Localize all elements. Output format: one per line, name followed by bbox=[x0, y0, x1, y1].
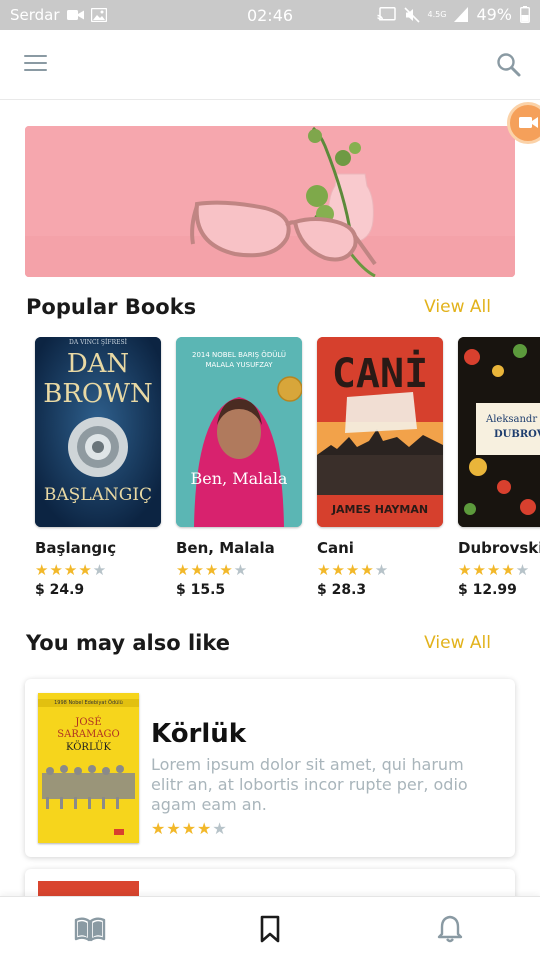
rating-stars: ★★★★★ bbox=[176, 561, 249, 579]
video-camera-icon[interactable] bbox=[507, 102, 540, 144]
cover-award-text: 2014 NOBEL BARIŞ ÖDÜLÜ bbox=[191, 351, 287, 359]
book-price: $ 28.3 bbox=[317, 582, 367, 598]
book-title: Başlangıç bbox=[35, 539, 117, 557]
recommended-book-title: Körlük bbox=[151, 719, 247, 749]
cover-title: DUBROVS bbox=[494, 429, 540, 440]
book-title: Dubrovski bbox=[458, 539, 540, 557]
network-type-label: 4.5G bbox=[427, 10, 447, 19]
book-price: $ 12.99 bbox=[458, 582, 517, 598]
status-bar: Serdar 02:46 4.5G 49% bbox=[0, 0, 540, 30]
cover-author-first: DAN bbox=[66, 349, 130, 379]
cast-icon bbox=[376, 7, 396, 22]
popular-books-title: Popular Books bbox=[26, 295, 197, 319]
book-card[interactable]: 2014 NOBEL BARIŞ ÖDÜLÜ MALALA YUSUFZAY B… bbox=[176, 337, 304, 598]
cover-author: Aleksandr Pu bbox=[486, 414, 540, 425]
app-bar bbox=[0, 30, 540, 100]
promo-banner[interactable] bbox=[25, 126, 515, 277]
rating-stars: ★★★★★ bbox=[151, 819, 228, 838]
book-card[interactable]: CANİ JAMES HAYMAN Cani ★★★★★ $ 28.3 bbox=[317, 337, 445, 598]
recommended-book-description: Lorem ipsum dolor sit amet, qui harum el… bbox=[151, 755, 468, 814]
cover-author-first: JOSÉ bbox=[75, 717, 102, 728]
signal-icon bbox=[454, 7, 469, 22]
cover-title: Ben, Malala bbox=[190, 469, 288, 488]
cover-author-last: BROWN bbox=[43, 379, 153, 409]
book-card[interactable]: Aleksandr Pu DUBROVS Dubrovski ★★★★★ $ 1… bbox=[458, 337, 540, 598]
glasses-and-flowers-photo bbox=[25, 126, 515, 277]
cover-title: BAŞLANGIÇ bbox=[43, 485, 153, 505]
also-like-title: You may also like bbox=[26, 631, 231, 655]
book-title: Cani bbox=[317, 539, 354, 557]
bottom-navigation bbox=[0, 896, 540, 960]
battery-percent: 49% bbox=[476, 5, 512, 24]
book-cover-image: 2014 NOBEL BARIŞ ÖDÜLÜ MALALA YUSUFZAY B… bbox=[176, 337, 302, 527]
book-cover-image: CANİ JAMES HAYMAN bbox=[317, 337, 443, 527]
search-icon[interactable] bbox=[496, 52, 522, 78]
popular-view-all-link[interactable]: View All bbox=[424, 297, 491, 317]
rating-stars: ★★★★★ bbox=[317, 561, 390, 579]
also-like-view-all-link[interactable]: View All bbox=[424, 633, 491, 653]
book-card[interactable]: DA VINCI ŞİFRESİ DAN BROWN BAŞLANGIÇ Baş… bbox=[35, 337, 163, 598]
book-title: Ben, Malala bbox=[176, 539, 275, 557]
cover-title: CANİ bbox=[331, 351, 429, 397]
cover-award-text: 1998 Nobel Edebiyat Ödülü bbox=[54, 700, 123, 706]
book-price: $ 24.9 bbox=[35, 582, 85, 598]
battery-icon bbox=[520, 6, 530, 23]
cover-series-text: DA VINCI ŞİFRESİ bbox=[69, 339, 127, 346]
book-open-icon[interactable] bbox=[74, 913, 106, 945]
cover-title: KÖRLÜK bbox=[66, 742, 111, 753]
book-cover-image: DA VINCI ŞİFRESİ DAN BROWN BAŞLANGIÇ bbox=[35, 337, 161, 527]
book-cover-image: Aleksandr Pu DUBROVS bbox=[458, 337, 540, 527]
mute-icon bbox=[403, 6, 420, 23]
recommended-book-card[interactable]: 1998 Nobel Edebiyat Ödülü JOSÉ SARAMAGO … bbox=[25, 679, 515, 857]
status-right: 4.5G 49% bbox=[376, 5, 530, 24]
cover-author-last: SARAMAGO bbox=[57, 729, 120, 740]
popular-books-list: DA VINCI ŞİFRESİ DAN BROWN BAŞLANGIÇ Baş… bbox=[0, 337, 540, 602]
cover-author: JAMES HAYMAN bbox=[331, 503, 429, 516]
rating-stars: ★★★★★ bbox=[458, 561, 531, 579]
rating-stars: ★★★★★ bbox=[35, 561, 108, 579]
cover-author: MALALA YUSUFZAY bbox=[205, 361, 273, 369]
bookmark-icon[interactable] bbox=[254, 913, 286, 945]
hamburger-menu-icon[interactable] bbox=[24, 54, 48, 74]
book-price: $ 15.5 bbox=[176, 582, 226, 598]
book-cover-image: 1998 Nobel Edebiyat Ödülü JOSÉ SARAMAGO … bbox=[38, 693, 139, 843]
bell-icon[interactable] bbox=[434, 913, 466, 945]
